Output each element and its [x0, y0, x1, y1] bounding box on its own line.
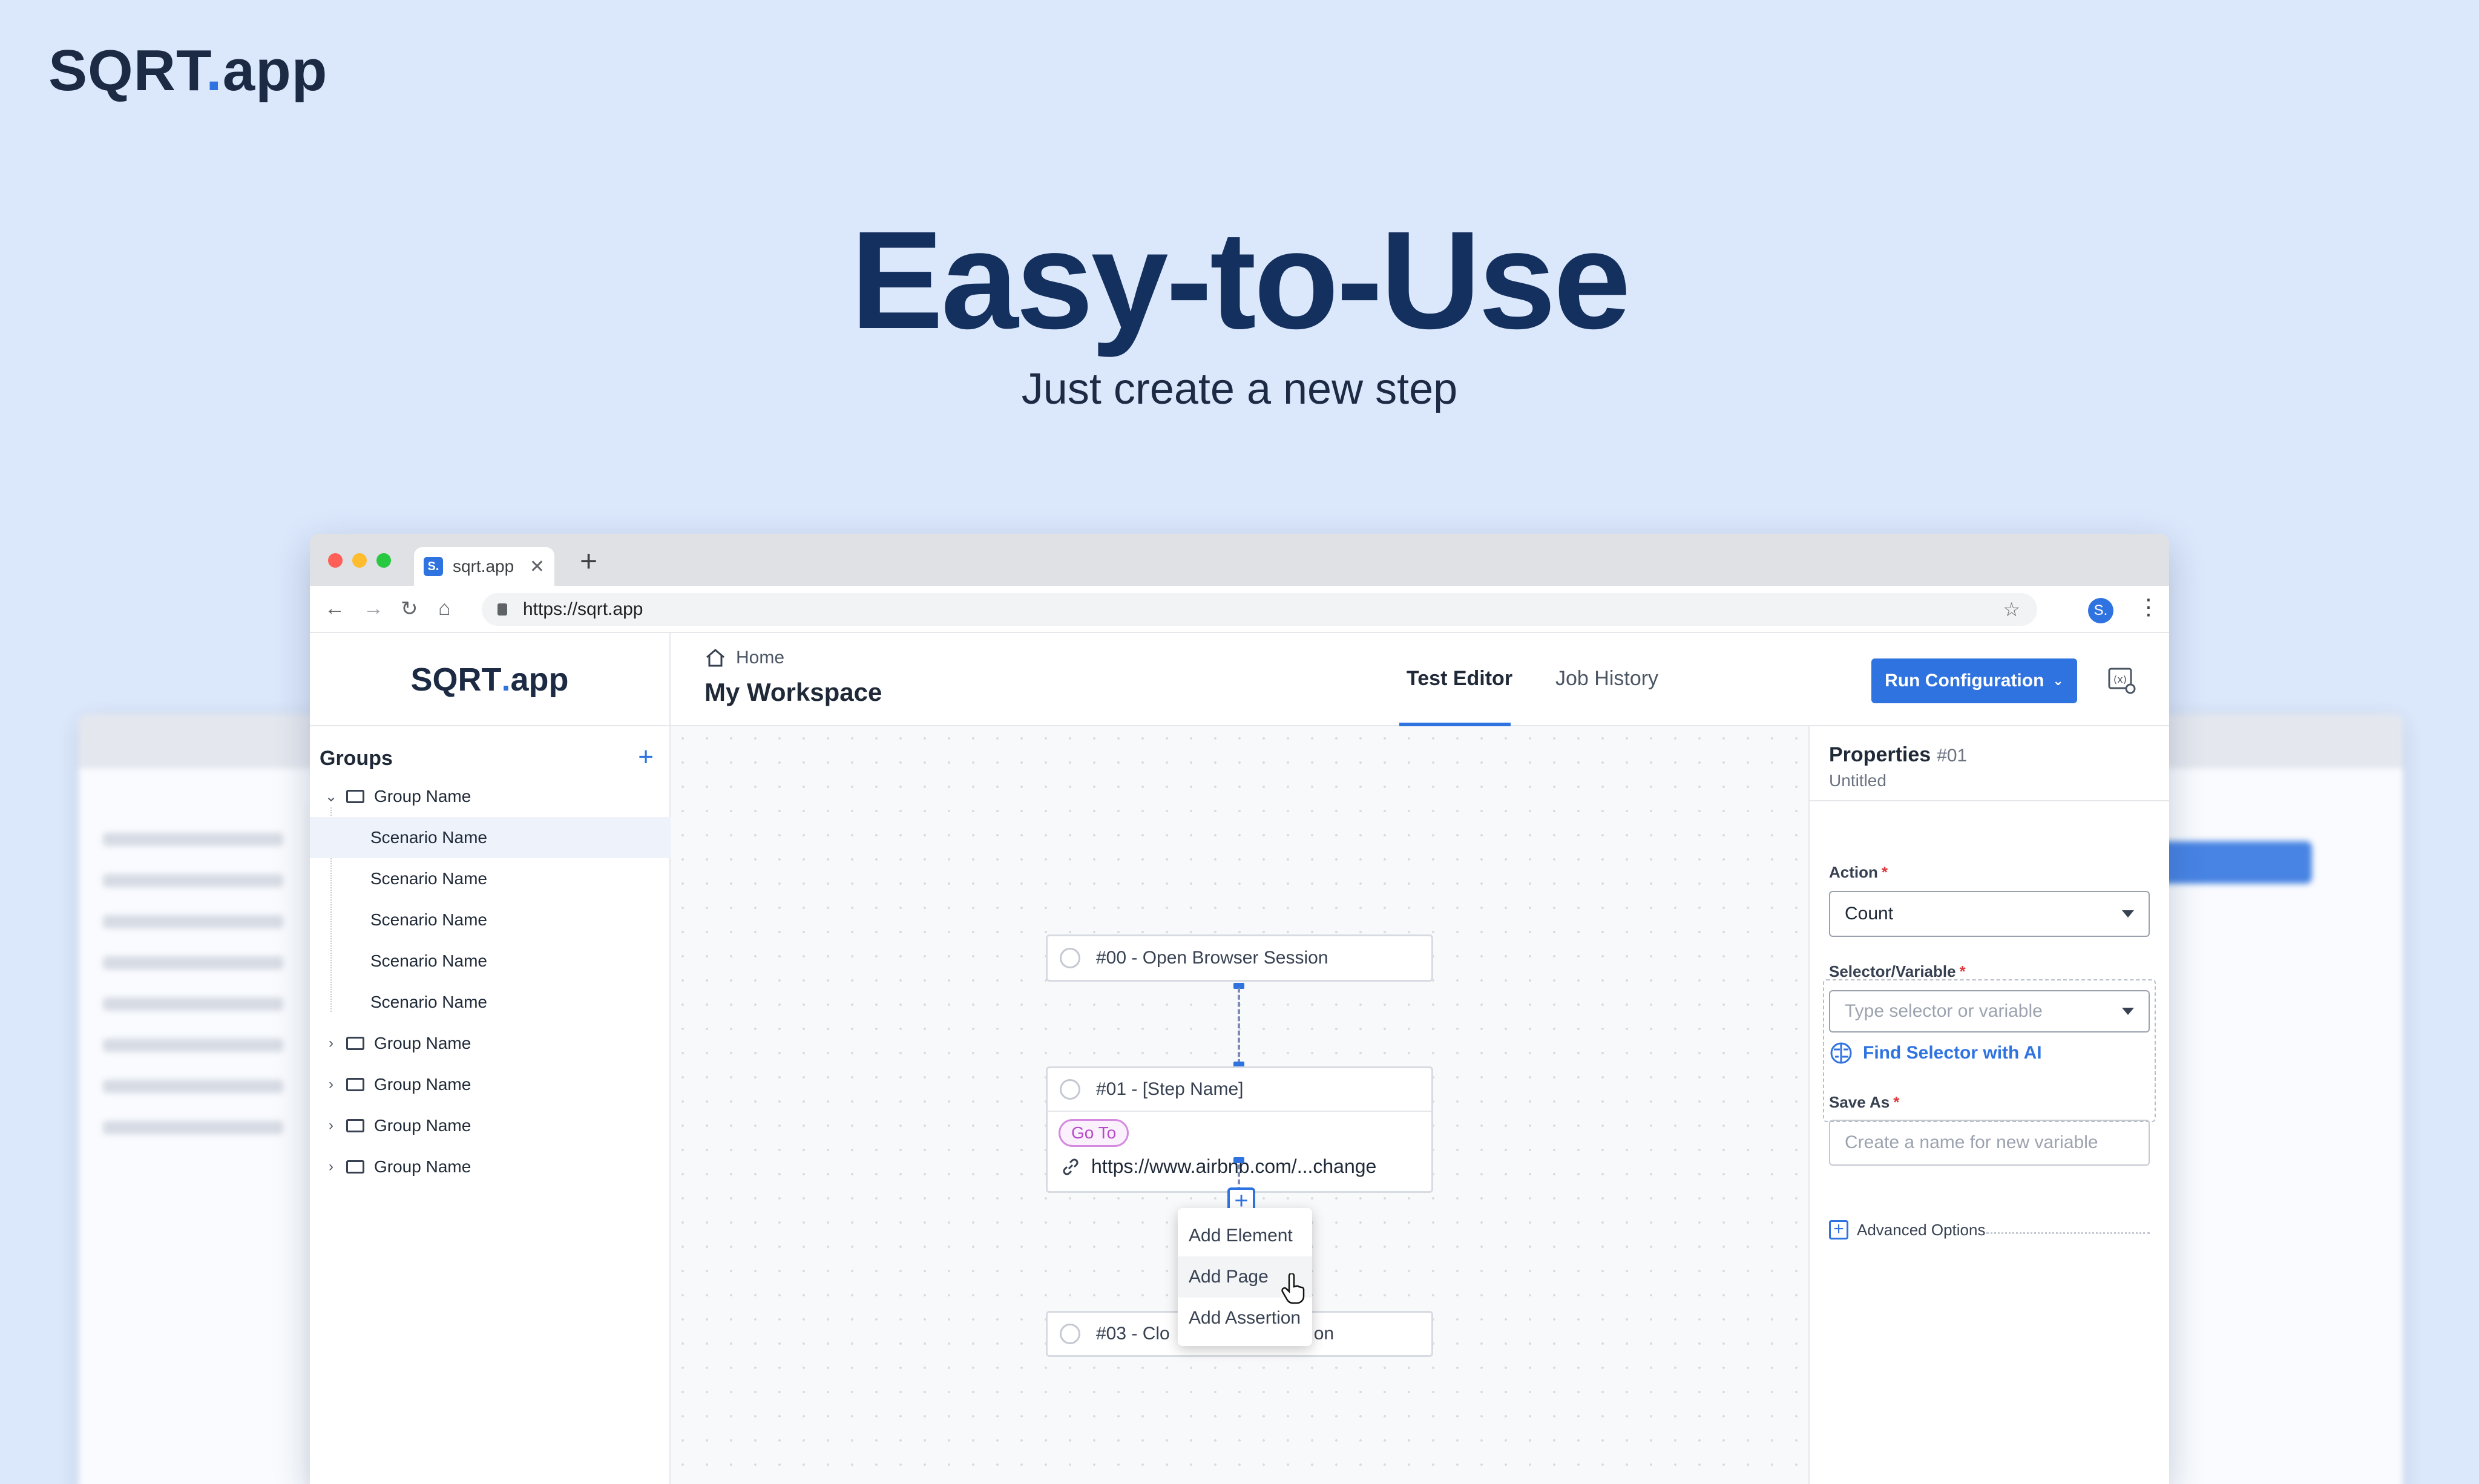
step-connector [1238, 988, 1240, 1064]
scenario-item[interactable]: Scenario Name [310, 858, 671, 899]
tab-job-history[interactable]: Job History [1555, 667, 1658, 691]
step-label: #03 - Clo [1096, 1324, 1170, 1344]
flow-canvas[interactable]: #00 - Open Browser Session #01 - [Step N… [671, 726, 1808, 1484]
svg-text:(x): (x) [2113, 674, 2127, 685]
group-item[interactable]: › Group Name [310, 1146, 671, 1187]
profile-avatar[interactable]: S. [2088, 598, 2113, 623]
minimize-window-button[interactable] [352, 553, 367, 568]
step-select-radio[interactable] [1060, 948, 1080, 968]
expand-plus-icon: + [1829, 1220, 1848, 1239]
action-badge: Go To [1059, 1119, 1129, 1147]
bookmark-star-icon[interactable]: ☆ [2003, 598, 2020, 621]
scenario-item[interactable]: Scenario Name [310, 899, 671, 941]
run-configuration-button[interactable]: Run Configuration ⌄ [1871, 658, 2077, 703]
chevron-down-icon[interactable]: ⌄ [322, 788, 340, 806]
chevron-down-icon: ⌄ [2052, 673, 2064, 688]
chevron-right-icon[interactable]: › [322, 1035, 340, 1052]
brain-ai-icon [1830, 1042, 1852, 1064]
close-tab-icon[interactable]: ✕ [530, 556, 545, 577]
browser-tab-bar: S. sqrt.app ✕ + [310, 534, 2169, 586]
step-label: #01 - [Step Name] [1096, 1079, 1244, 1099]
maximize-window-button[interactable] [376, 553, 391, 568]
home-icon[interactable]: ⌂ [438, 597, 451, 620]
selector-input[interactable]: Type selector or variable [1829, 990, 2150, 1033]
hero-subtitle: Just create a new step [1021, 365, 1458, 413]
hero-title: Easy-to-Use [850, 202, 1630, 358]
dropdown-arrow-icon [2122, 1008, 2134, 1015]
divider [1810, 800, 2169, 801]
step-label-end: on [1313, 1324, 1335, 1344]
scenario-item[interactable]: Scenario Name [310, 817, 671, 858]
browser-tab[interactable]: S. sqrt.app ✕ [414, 547, 554, 586]
group-item[interactable]: › Group Name [310, 1023, 671, 1064]
reload-icon[interactable]: ↻ [401, 597, 418, 621]
step-id: #01 [1937, 746, 1968, 766]
tab-title: sqrt.app [453, 557, 514, 576]
new-tab-button[interactable]: + [580, 543, 597, 579]
folder-icon [346, 1160, 364, 1174]
tab-test-editor[interactable]: Test Editor [1407, 667, 1512, 691]
action-label: Action * [1829, 863, 1888, 881]
step-node-00[interactable]: #00 - Open Browser Session [1046, 934, 1433, 982]
groups-sidebar: Groups + ⌄ Group Name Scenario Name Scena… [310, 726, 671, 1484]
app-header: SQRT. app Home My Workspace Test Editor J… [310, 633, 2169, 726]
browser-menu-icon[interactable]: ⋮ [2138, 594, 2159, 620]
breadcrumb-home[interactable]: Home [736, 648, 784, 668]
forward-icon[interactable]: → [363, 597, 384, 620]
app-logo: SQRT. app [310, 633, 671, 726]
step-select-radio[interactable] [1060, 1324, 1080, 1344]
selector-label: Selector/Variable * [1829, 962, 1966, 980]
find-selector-ai-link[interactable]: Find Selector with AI [1829, 1041, 2042, 1065]
chevron-right-icon[interactable]: › [322, 1117, 340, 1134]
home-icon [706, 649, 724, 667]
folder-icon [346, 1119, 364, 1132]
folder-icon [346, 1078, 364, 1091]
folder-open-icon [346, 790, 364, 803]
action-select[interactable]: Count [1829, 891, 2150, 937]
properties-title: Properties #01 [1829, 743, 1968, 766]
close-window-button[interactable] [328, 553, 343, 568]
dropdown-arrow-icon [2122, 910, 2134, 918]
add-group-button[interactable]: + [638, 742, 654, 772]
connector-port[interactable] [1233, 1157, 1244, 1163]
step-label: #00 - Open Browser Session [1096, 948, 1328, 968]
group-item[interactable]: › Group Name [310, 1105, 671, 1146]
breadcrumb[interactable]: Home [704, 648, 784, 668]
back-icon[interactable]: ← [324, 597, 345, 620]
step-select-radio[interactable] [1060, 1079, 1080, 1100]
group-item[interactable]: ⌄ Group Name [310, 776, 671, 817]
chevron-right-icon[interactable]: › [322, 1158, 340, 1175]
browser-window: S. sqrt.app ✕ + ← → ↻ ⌂ https://sqrt.app… [310, 534, 2169, 1484]
lock-icon [497, 603, 507, 616]
scenario-item[interactable]: Scenario Name [310, 941, 671, 982]
page-title: My Workspace [704, 678, 882, 706]
favicon-icon: S. [424, 557, 443, 576]
url-text: https://sqrt.app [523, 599, 643, 619]
menu-add-element[interactable]: Add Element [1178, 1215, 1312, 1256]
scenario-item[interactable]: Scenario Name [310, 982, 671, 1023]
step-name: Untitled [1829, 771, 1886, 790]
advanced-options-toggle[interactable]: + Advanced Options [1829, 1220, 1985, 1239]
address-bar-row: ← → ↻ ⌂ https://sqrt.app ☆ S. ⋮ [310, 586, 2169, 633]
chevron-right-icon[interactable]: › [322, 1076, 340, 1093]
groups-title: Groups [320, 747, 393, 770]
divider [1986, 1232, 2150, 1234]
brand-logo: SQRT.app [48, 38, 328, 103]
variables-settings-icon[interactable]: (x) [2107, 667, 2136, 695]
url-input[interactable]: https://sqrt.app ☆ [482, 593, 2037, 626]
properties-panel: Properties #01 Untitled Action * Count Sel… [1808, 726, 2169, 1484]
save-as-input[interactable]: Create a name for new variable [1829, 1120, 2150, 1166]
folder-icon [346, 1037, 364, 1050]
link-icon [1063, 1158, 1079, 1175]
hand-pointer-icon [1281, 1273, 1305, 1304]
save-as-label: Save As * [1829, 1093, 1900, 1111]
group-item[interactable]: › Group Name [310, 1064, 671, 1105]
